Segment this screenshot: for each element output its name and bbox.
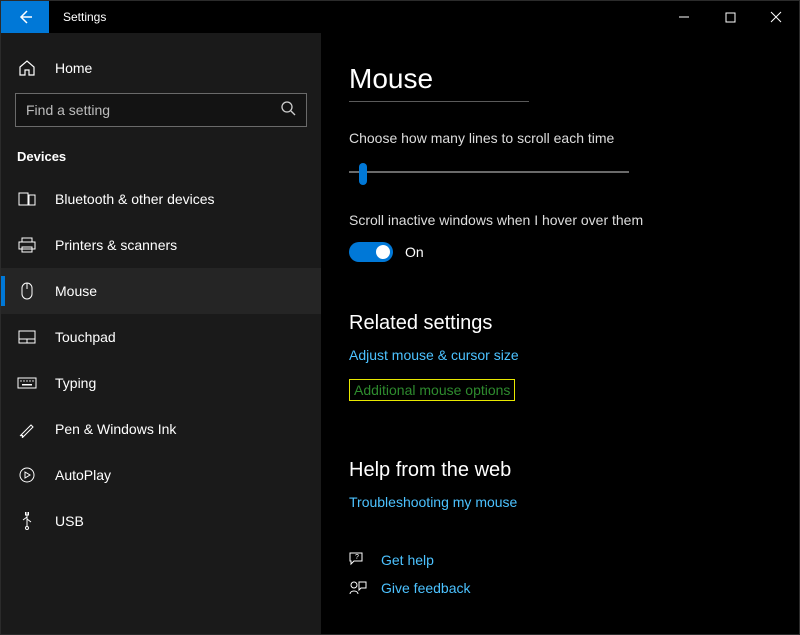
troubleshoot-mouse-link[interactable]: Troubleshooting my mouse (349, 494, 799, 510)
inactive-scroll-toggle[interactable] (349, 242, 393, 262)
toggle-knob (376, 245, 390, 259)
sidebar-item-label: Touchpad (55, 329, 116, 345)
mouse-icon (17, 282, 37, 300)
titlebar: Settings (1, 1, 799, 33)
touchpad-icon (17, 330, 37, 344)
sidebar-item-label: Printers & scanners (55, 237, 177, 253)
chat-help-icon: ? (349, 552, 367, 568)
slider-track (349, 171, 629, 173)
arrow-left-icon (17, 9, 33, 25)
sidebar-item-label: AutoPlay (55, 467, 111, 483)
sidebar-item-label: Bluetooth & other devices (55, 191, 215, 207)
additional-mouse-options-link[interactable]: Additional mouse options (349, 379, 515, 401)
page-title: Mouse (349, 63, 799, 95)
sidebar-item-label: Mouse (55, 283, 97, 299)
usb-icon (17, 512, 37, 530)
autoplay-icon (17, 466, 37, 484)
keyboard-icon (17, 377, 37, 389)
slider-thumb[interactable] (359, 163, 367, 185)
sidebar-item-label: Typing (55, 375, 96, 391)
maximize-button[interactable] (707, 1, 753, 33)
printer-icon (17, 237, 37, 253)
get-help-label: Get help (381, 552, 434, 568)
sidebar-item-autoplay[interactable]: AutoPlay (1, 452, 321, 498)
sidebar-item-touchpad[interactable]: Touchpad (1, 314, 321, 360)
devices-icon (17, 192, 37, 206)
content-pane: Mouse Choose how many lines to scroll ea… (321, 33, 799, 634)
help-web-header: Help from the web (349, 459, 799, 482)
scroll-lines-slider[interactable] (349, 160, 629, 184)
sidebar-item-typing[interactable]: Typing (1, 360, 321, 406)
title-underline (349, 101, 529, 102)
sidebar-item-usb[interactable]: USB (1, 498, 321, 544)
give-feedback-label: Give feedback (381, 580, 471, 596)
search-icon (280, 100, 296, 121)
sidebar-item-pen[interactable]: Pen & Windows Ink (1, 406, 321, 452)
sidebar-item-label: USB (55, 513, 84, 529)
home-label: Home (55, 60, 92, 76)
search-box[interactable] (15, 93, 307, 127)
give-feedback-link[interactable]: Give feedback (349, 580, 799, 596)
window-title: Settings (49, 1, 106, 33)
get-help-link[interactable]: ? Get help (349, 552, 799, 568)
sidebar: Home Devices Bluetooth & other devices (1, 33, 321, 634)
home-icon (17, 59, 37, 77)
pen-icon (17, 420, 37, 438)
minimize-icon (678, 11, 690, 23)
sidebar-section-header: Devices (1, 145, 321, 176)
home-button[interactable]: Home (1, 51, 321, 93)
inactive-scroll-label: Scroll inactive windows when I hover ove… (349, 212, 799, 228)
close-button[interactable] (753, 1, 799, 33)
sidebar-item-bluetooth[interactable]: Bluetooth & other devices (1, 176, 321, 222)
scroll-lines-label: Choose how many lines to scroll each tim… (349, 130, 799, 146)
maximize-icon (725, 12, 736, 23)
feedback-icon (349, 580, 367, 596)
search-input[interactable] (26, 102, 280, 118)
close-icon (770, 11, 782, 23)
sidebar-item-printers[interactable]: Printers & scanners (1, 222, 321, 268)
toggle-state-label: On (405, 244, 424, 260)
related-settings-header: Related settings (349, 312, 799, 335)
adjust-cursor-link[interactable]: Adjust mouse & cursor size (349, 347, 799, 363)
sidebar-item-label: Pen & Windows Ink (55, 421, 176, 437)
svg-text:?: ? (355, 554, 359, 561)
back-button[interactable] (1, 1, 49, 33)
sidebar-item-mouse[interactable]: Mouse (1, 268, 321, 314)
minimize-button[interactable] (661, 1, 707, 33)
